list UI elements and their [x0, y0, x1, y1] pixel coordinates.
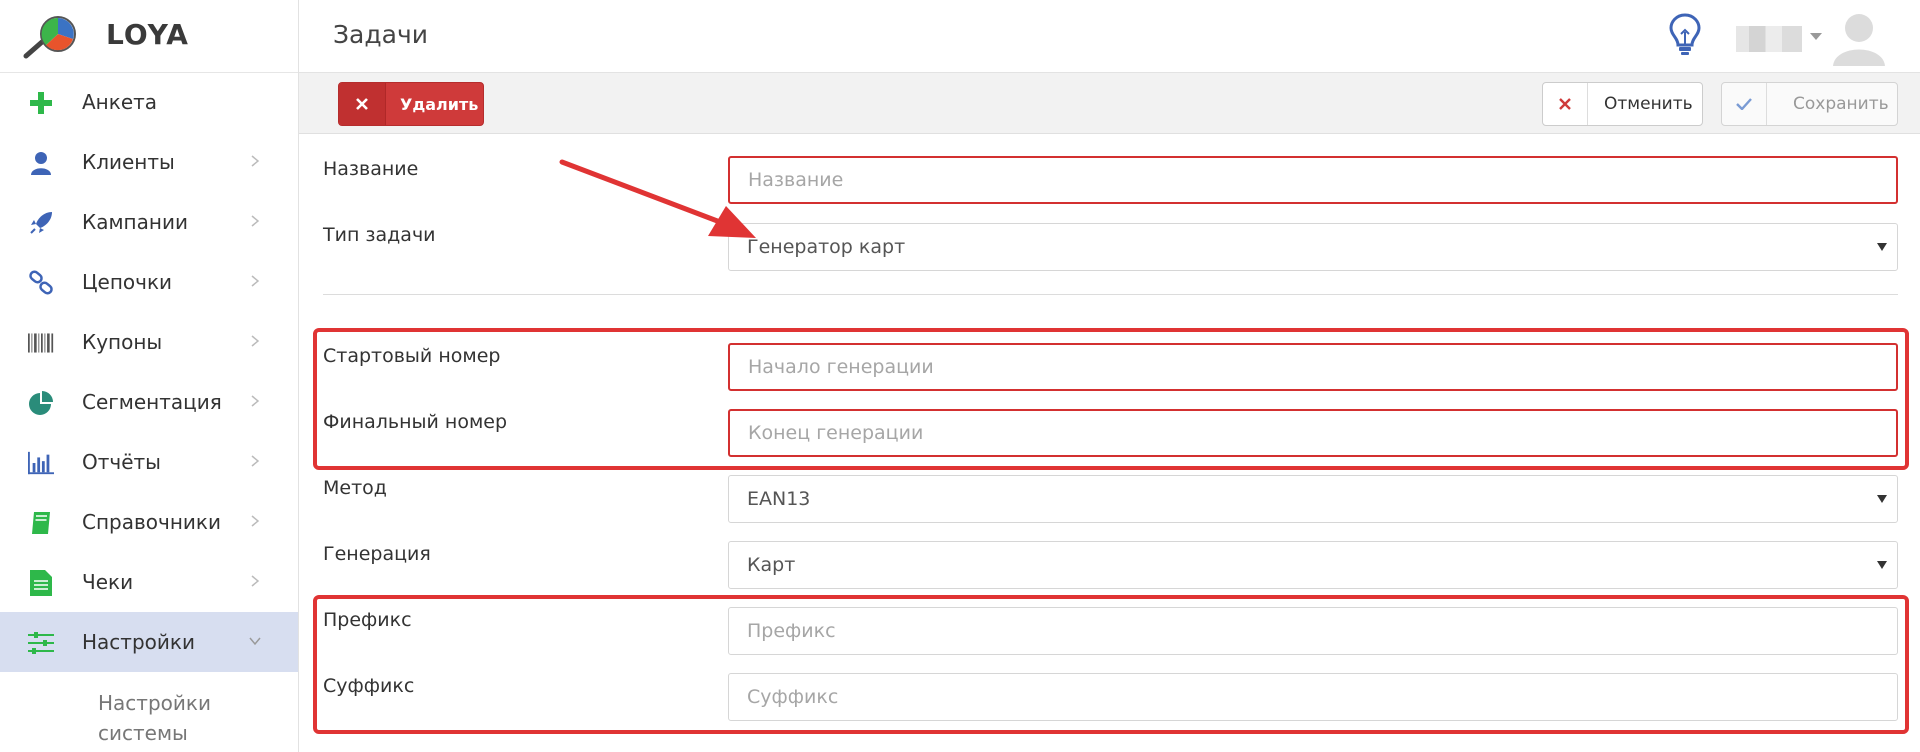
- brand-name: LOYA: [106, 18, 189, 51]
- page-title: Задачи: [333, 20, 428, 49]
- sidebar-item-label: Цепочки: [82, 270, 173, 294]
- cancel-button[interactable]: Отменить: [1542, 82, 1703, 126]
- document-icon: [28, 570, 54, 596]
- sidebar: LOYA Анкета Клиенты Кампании Цепочки Куп…: [0, 0, 299, 752]
- sidebar-item-label: Справочники: [82, 510, 221, 534]
- toolbar: Удалить Отменить Сохранить: [299, 73, 1920, 134]
- chevron-right-icon: [251, 155, 260, 167]
- generation-select[interactable]: Карт: [728, 541, 1898, 589]
- plus-icon: [28, 90, 54, 116]
- bar-chart-icon: [28, 450, 54, 476]
- sidebar-item-label: Купоны: [82, 330, 163, 354]
- chevron-right-icon: [251, 335, 260, 347]
- method-value: EAN13: [747, 488, 811, 510]
- annotation-box-range: [313, 328, 1909, 470]
- chevron-right-icon: [251, 275, 260, 287]
- brand[interactable]: LOYA: [0, 0, 298, 73]
- sliders-icon: [28, 630, 54, 656]
- loya-logo-icon: [23, 16, 76, 59]
- chevron-right-icon: [251, 575, 260, 587]
- sidebar-item-clients[interactable]: Клиенты: [0, 132, 298, 192]
- sidebar-item-label: Анкета: [82, 90, 158, 114]
- sidebar-subitem-system-settings[interactable]: Настройки системы: [98, 688, 288, 748]
- sidebar-item-label: Настройки: [82, 630, 195, 654]
- method-select[interactable]: EAN13: [728, 475, 1898, 523]
- caret-down-icon: [1877, 561, 1887, 569]
- name-input[interactable]: [728, 156, 1898, 204]
- lightbulb-icon[interactable]: [1667, 12, 1703, 58]
- sidebar-nav: Анкета Клиенты Кампании Цепочки Купоны С…: [0, 72, 298, 672]
- chevron-right-icon: [251, 215, 260, 227]
- sidebar-item-chains[interactable]: Цепочки: [0, 252, 298, 312]
- user-icon: [28, 150, 54, 176]
- pie-chart-icon: [28, 390, 54, 416]
- task-type-label: Тип задачи: [323, 224, 436, 246]
- sidebar-item-label: Чеки: [82, 570, 134, 594]
- topbar: Задачи: [299, 0, 1920, 73]
- task-type-select[interactable]: Генератор карт: [728, 223, 1898, 271]
- chevron-right-icon: [251, 395, 260, 407]
- rocket-icon: [28, 210, 54, 236]
- method-label: Метод: [323, 477, 387, 499]
- sidebar-item-label: Клиенты: [82, 150, 175, 174]
- annotation-arrow-icon: [559, 159, 756, 238]
- sidebar-item-campaigns[interactable]: Кампании: [0, 192, 298, 252]
- cancel-button-label: Отменить: [1604, 94, 1693, 114]
- link-icon: [28, 270, 54, 296]
- sidebar-item-settings[interactable]: Настройки: [0, 612, 298, 672]
- sidebar-item-reports[interactable]: Отчёты: [0, 432, 298, 492]
- check-icon: [1722, 83, 1767, 125]
- sidebar-item-coupons[interactable]: Купоны: [0, 312, 298, 372]
- sidebar-item-label: Сегментация: [82, 390, 222, 414]
- save-button-label: Сохранить: [1793, 94, 1889, 114]
- caret-down-icon: [1877, 495, 1887, 503]
- sidebar-item-label: Отчёты: [82, 450, 161, 474]
- close-icon: [1543, 83, 1588, 125]
- chevron-right-icon: [251, 455, 260, 467]
- sidebar-item-receipts[interactable]: Чеки: [0, 552, 298, 612]
- annotation-box-affixes: [313, 595, 1909, 734]
- name-label: Название: [323, 158, 419, 180]
- avatar[interactable]: [1831, 8, 1887, 66]
- caret-down-icon: [1877, 243, 1887, 251]
- delete-button[interactable]: Удалить: [338, 82, 484, 126]
- sidebar-item-references[interactable]: Справочники: [0, 492, 298, 552]
- book-icon: [28, 510, 54, 536]
- sidebar-item-anketa[interactable]: Анкета: [0, 72, 298, 132]
- generation-value: Карт: [747, 554, 796, 576]
- sidebar-item-segmentation[interactable]: Сегментация: [0, 372, 298, 432]
- sidebar-item-label: Кампании: [82, 210, 188, 234]
- user-name-blurred[interactable]: [1736, 26, 1802, 52]
- barcode-icon: [28, 330, 54, 356]
- chevron-right-icon: [251, 515, 260, 527]
- delete-button-label: Удалить: [400, 94, 479, 114]
- chevron-down-icon: [249, 637, 261, 646]
- generation-label: Генерация: [323, 543, 431, 565]
- save-button[interactable]: Сохранить: [1721, 82, 1898, 126]
- caret-down-icon[interactable]: [1810, 33, 1822, 40]
- close-icon: [339, 83, 386, 125]
- divider: [323, 294, 1898, 295]
- task-type-value: Генератор карт: [747, 236, 906, 258]
